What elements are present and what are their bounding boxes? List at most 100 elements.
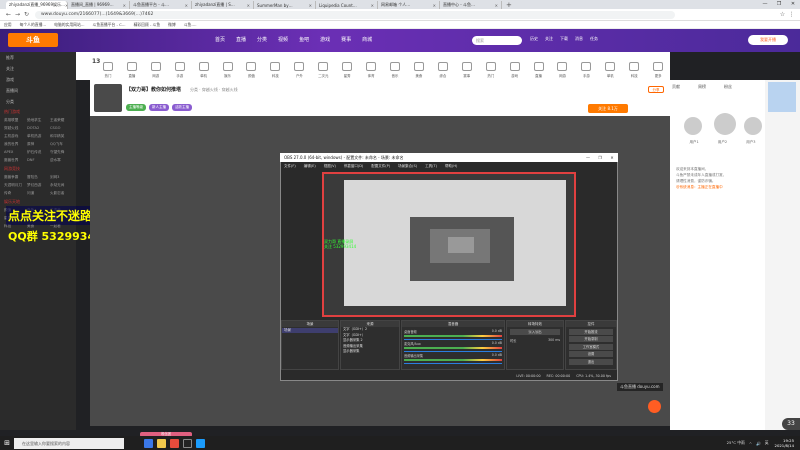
browser-tab[interactable]: 直播中心 - 斗鱼… ✕: [440, 1, 502, 9]
nav-item[interactable]: 视频: [278, 36, 288, 43]
bookmark-item[interactable]: 应用: [4, 22, 12, 28]
category-link[interactable]: 和平精英: [50, 132, 73, 140]
category-tile[interactable]: 网游: [144, 62, 168, 80]
category-link[interactable]: 原神: [27, 140, 50, 148]
category-link[interactable]: 问道: [27, 189, 50, 197]
category-link[interactable]: 我的世界: [4, 140, 27, 148]
volume-slider[interactable]: [404, 339, 502, 340]
category-tile[interactable]: 娱乐: [216, 62, 240, 80]
bookmark-item[interactable]: 每个人的直播…: [20, 22, 47, 28]
category-link[interactable]: 英雄联盟: [4, 116, 27, 124]
category-tile[interactable]: 音乐: [383, 62, 407, 80]
nav-item[interactable]: 商城: [362, 36, 372, 43]
category-link[interactable]: 永劫无间: [50, 181, 73, 189]
category-tile[interactable]: 网游: [551, 62, 575, 80]
room-category[interactable]: 分类 · 穿越火线 · 穿越火线: [190, 87, 238, 93]
windows-start-icon[interactable]: ⊞: [0, 436, 14, 450]
obs-minimize-button[interactable]: —: [582, 155, 594, 160]
category-tile[interactable]: 赛事: [455, 62, 479, 80]
category-link[interactable]: DNF: [27, 156, 50, 164]
category-link[interactable]: 绝地求生: [27, 116, 50, 124]
category-link[interactable]: 冒险岛: [27, 173, 50, 181]
obs-menu-item[interactable]: 文件(F): [284, 164, 296, 169]
nav-item[interactable]: 直播: [236, 36, 246, 43]
sidebar-item[interactable]: 分类: [0, 96, 76, 107]
category-tile[interactable]: 手游: [168, 62, 192, 80]
task-icon[interactable]: 任务: [590, 36, 598, 42]
sidebar-item[interactable]: 推荐: [0, 52, 76, 63]
browser-tab[interactable]: 斗鱼直播平台 - 斗… ✕: [130, 1, 192, 9]
browser-tab[interactable]: SummerMan by… ✕: [254, 1, 316, 9]
tray-expand-icon[interactable]: ^: [749, 441, 752, 446]
follow-icon[interactable]: 关注: [545, 36, 553, 42]
online-counter[interactable]: 33: [782, 418, 800, 430]
obs-menu-item[interactable]: 配置文件(P): [371, 164, 390, 169]
bookmark-item[interactable]: 精彩回顾 - 斗鱼: [134, 22, 161, 28]
bookmark-item[interactable]: 微博: [168, 22, 176, 28]
tab-fans[interactable]: 粉丝: [724, 84, 732, 90]
browser-tab[interactable]: 网易邮箱 个人… ✕: [378, 1, 440, 9]
obs-menu-item[interactable]: 帮助(H): [445, 164, 457, 169]
obs-close-button[interactable]: ✕: [606, 155, 618, 160]
ime-indicator[interactable]: 英: [765, 440, 769, 446]
volume-slider[interactable]: [404, 363, 502, 364]
promo-banner[interactable]: [768, 82, 796, 112]
category-link[interactable]: 单机热游: [27, 132, 50, 140]
category-link[interactable]: 魔兽争霸: [4, 173, 27, 181]
obs-menu-item[interactable]: 视图(V): [324, 164, 336, 169]
download-icon[interactable]: 下载: [560, 36, 568, 42]
category-link[interactable]: 梦幻西游: [27, 181, 50, 189]
history-icon[interactable]: 历史: [530, 36, 538, 42]
obs-menu-item[interactable]: 场景集合(S): [398, 164, 417, 169]
bookmark-item[interactable]: 斗鱼直播平台 - C…: [93, 22, 126, 28]
gift-icon[interactable]: [648, 400, 661, 413]
close-window-button[interactable]: ✕: [786, 0, 800, 9]
browser-tab[interactable]: 直播间_直播 | 96969… ✕: [68, 1, 130, 9]
obs-icon[interactable]: [183, 438, 192, 448]
url-field[interactable]: www.douyu.com/2166077(...)1649&3669(…)74…: [35, 10, 675, 19]
taskbar-search-input[interactable]: 在这里输入你要搜索的内容: [14, 437, 124, 449]
site-logo[interactable]: 斗鱼: [8, 33, 58, 47]
browser-tab[interactable]: zhiyadanzi直播_96969娱乐…✕: [6, 1, 68, 9]
category-link[interactable]: CSGO: [50, 124, 73, 132]
duration-field[interactable]: 300 ms: [548, 338, 560, 343]
category-tile[interactable]: 直播: [120, 62, 144, 80]
taskview-icon[interactable]: [144, 438, 153, 448]
share-button[interactable]: 分享: [648, 86, 664, 93]
tab-weekly[interactable]: 周榜: [698, 84, 706, 90]
start-streaming-button[interactable]: 开始推流: [569, 328, 613, 335]
back-arrow-icon[interactable]: ←: [4, 11, 13, 18]
close-icon[interactable]: ✕: [123, 3, 126, 8]
close-icon[interactable]: ✕: [309, 3, 312, 8]
category-link[interactable]: 天涯明月刀: [4, 181, 27, 189]
nav-item[interactable]: 游戏: [320, 36, 330, 43]
tab-contribution[interactable]: 贡献: [672, 84, 680, 90]
category-link[interactable]: 剑网3: [50, 173, 73, 181]
nav-item[interactable]: 赛事: [341, 36, 351, 43]
start-recording-button[interactable]: 开始录制: [569, 336, 613, 342]
category-tile[interactable]: 体育: [359, 62, 383, 80]
category-link[interactable]: 穿越火线: [4, 124, 27, 132]
sidebar-item[interactable]: 游戏: [0, 74, 76, 85]
message-icon[interactable]: 消息: [575, 36, 583, 42]
chrome-icon[interactable]: [170, 438, 179, 448]
category-link[interactable]: 炉石传说: [27, 148, 50, 156]
fan-avatar[interactable]: [684, 117, 702, 135]
category-tile[interactable]: 热门: [479, 62, 503, 80]
fan-avatar[interactable]: [714, 113, 736, 135]
volume-icon[interactable]: 🔊: [756, 441, 761, 446]
transition-select[interactable]: 淡入淡出: [510, 328, 560, 335]
broadcast-button[interactable]: 我要开播: [748, 35, 788, 45]
browser-tab[interactable]: Liquipedia Count… ✕: [316, 1, 378, 9]
category-tile[interactable]: 手游: [574, 62, 598, 80]
source-item[interactable]: 显示器采集: [341, 349, 399, 355]
obs-menu-item[interactable]: 工具(T): [425, 164, 437, 169]
explorer-icon[interactable]: [157, 438, 166, 448]
category-link[interactable]: APEX: [4, 148, 27, 156]
maximize-button[interactable]: ❐: [772, 0, 786, 9]
close-icon[interactable]: ✕: [371, 3, 374, 8]
scene-item[interactable]: 场景: [282, 328, 338, 333]
forward-arrow-icon[interactable]: →: [13, 11, 22, 18]
star-icon[interactable]: ☆: [778, 11, 787, 18]
category-tile[interactable]: 综合: [431, 62, 455, 80]
